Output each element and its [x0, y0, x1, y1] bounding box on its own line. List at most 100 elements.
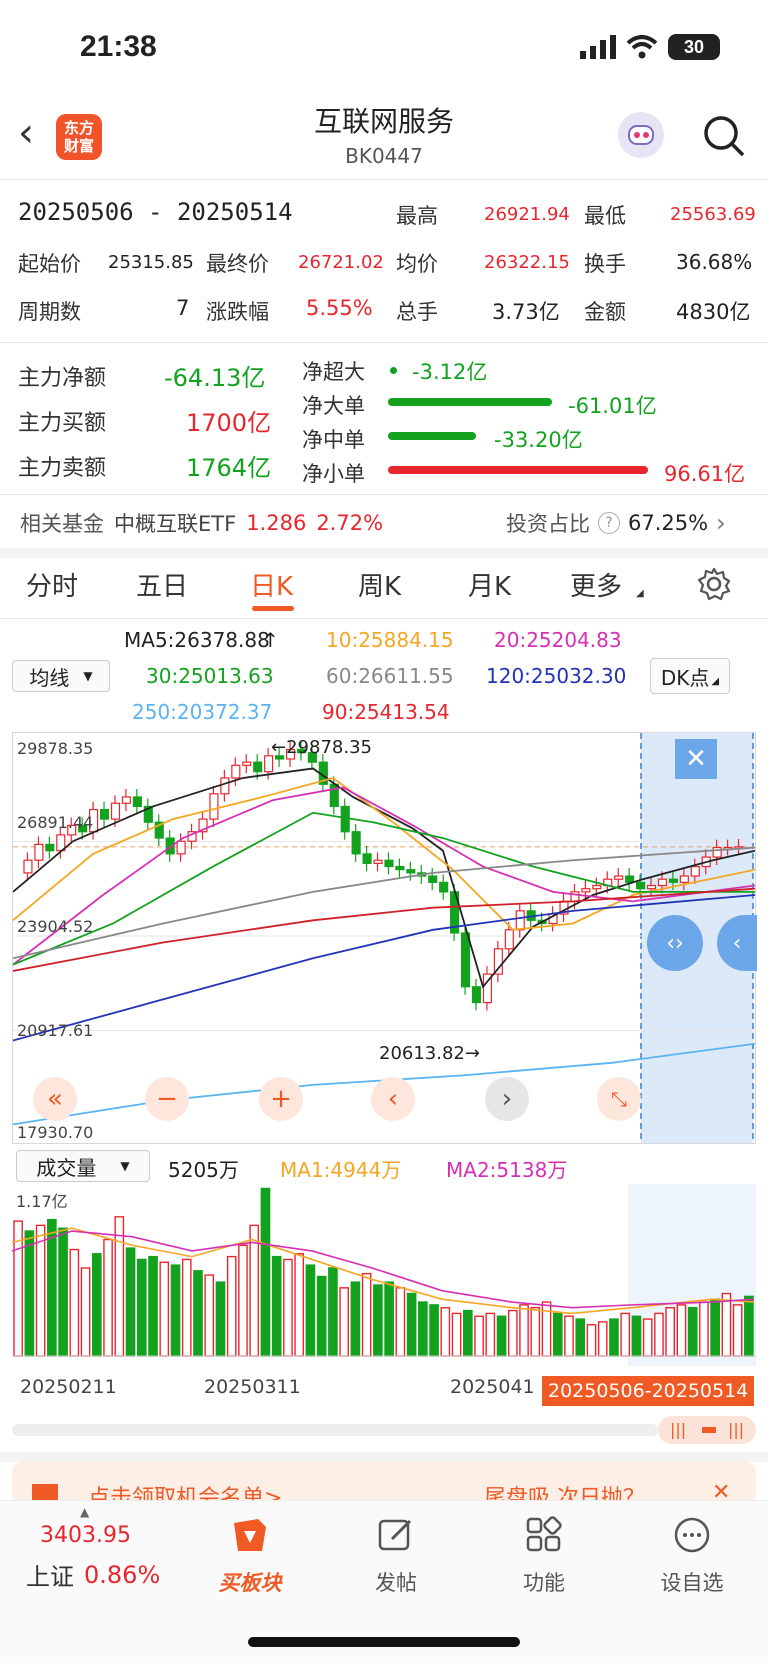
- index-summary[interactable]: 上证 0.86%: [26, 1557, 160, 1592]
- volume-bar: [136, 1258, 147, 1357]
- scroll-right-icon[interactable]: ›: [485, 1077, 529, 1121]
- dk-point-select[interactable]: DK点 ◢: [650, 658, 730, 694]
- date-label-1: 20250211: [20, 1376, 117, 1398]
- candle-body: [242, 761, 252, 766]
- divider: [0, 494, 768, 495]
- volume-bar: [125, 1247, 136, 1357]
- super-label: 净超大: [302, 360, 365, 384]
- hands-label: 总手: [396, 300, 438, 324]
- fund-label: 相关基金: [20, 512, 104, 536]
- search-icon[interactable]: [702, 114, 746, 158]
- period-tabs: 分时 五日 日K 周K 月K 更多 ◢: [0, 566, 768, 618]
- days-label: 周期数: [18, 300, 81, 324]
- super-value: -3.12亿: [412, 360, 488, 384]
- candle-body: [220, 777, 230, 795]
- selection-drag-handle-left[interactable]: ‹›: [647, 915, 703, 971]
- tab-5[interactable]: 更多: [570, 566, 622, 603]
- chevron-right-icon: ›: [716, 509, 726, 537]
- nav-post[interactable]: 发帖: [336, 1515, 456, 1597]
- candle-body: [428, 875, 438, 883]
- date-label-2: 20250311: [204, 1376, 301, 1398]
- status-icons: 30: [580, 34, 720, 60]
- tab-0[interactable]: 分时: [26, 566, 78, 603]
- close-label: 最终价: [206, 252, 269, 276]
- candle-body: [176, 840, 186, 855]
- buy-label: 主力买额: [18, 411, 107, 436]
- change-label: 涨跌幅: [206, 300, 269, 324]
- candle-body: [592, 884, 602, 890]
- help-icon[interactable]: ?: [598, 512, 620, 534]
- volume-bar: [181, 1258, 192, 1357]
- large-bar: [388, 398, 552, 406]
- settings-gear-icon[interactable]: [696, 566, 732, 602]
- volume-bar: [699, 1301, 709, 1357]
- volume-bar: [654, 1312, 664, 1357]
- candle-body: [668, 878, 678, 883]
- volume-bar: [114, 1216, 125, 1357]
- volume-ma2: MA2:5138万: [446, 1158, 568, 1182]
- range-scrollbar-thumb[interactable]: ||| |||: [658, 1416, 756, 1444]
- volume-bar: [69, 1248, 80, 1357]
- volume-bar: [676, 1304, 687, 1357]
- close-selection-icon[interactable]: ✕: [675, 739, 717, 779]
- nav-buy-sector[interactable]: 买板块: [190, 1515, 310, 1597]
- ma250-label: 250:20372.37: [132, 700, 273, 724]
- robot-assistant-icon[interactable]: [618, 112, 664, 158]
- scroll-left-icon[interactable]: ‹: [371, 1077, 415, 1121]
- candle-body: [110, 802, 121, 820]
- candle-body: [362, 853, 372, 864]
- candlestick-chart[interactable]: 29878.35 26891.44 23904.52 20917.61 1793…: [12, 732, 757, 1144]
- tab-1[interactable]: 五日: [136, 566, 188, 603]
- indicator-select[interactable]: 成交量 ▼: [16, 1150, 150, 1182]
- ma90-label: 90:25413.54: [322, 700, 450, 724]
- index-change: 0.86%: [84, 1560, 161, 1589]
- candle-body: [264, 755, 274, 773]
- volume-bar: [462, 1309, 473, 1357]
- volume-bar: [226, 1255, 237, 1357]
- large-value: -61.01亿: [568, 394, 657, 418]
- mid-label: 净中单: [302, 428, 365, 452]
- volume-bar: [552, 1312, 563, 1357]
- amount-value: 4830亿: [676, 300, 751, 324]
- candle-body: [121, 796, 131, 804]
- handle-left-icon[interactable]: |||: [670, 1420, 686, 1439]
- candle-body: [99, 808, 110, 820]
- investment-ratio[interactable]: 投资占比 ? 67.25% ›: [506, 508, 726, 538]
- handle-right-icon[interactable]: |||: [728, 1420, 744, 1439]
- volume-bar: [586, 1324, 597, 1357]
- ma60-label: 60:26611.55: [326, 664, 454, 688]
- close-value: 26721.02: [298, 252, 384, 273]
- volume-bar: [35, 1224, 46, 1357]
- nav-add-watchlist[interactable]: 设自选: [632, 1515, 752, 1597]
- tab-2[interactable]: 日K: [250, 566, 293, 603]
- fullscreen-icon[interactable]: ⤡: [597, 1077, 641, 1121]
- tab-3[interactable]: 周K: [358, 566, 401, 603]
- active-tab-indicator: [252, 606, 294, 611]
- nav-functions[interactable]: 功能: [484, 1515, 604, 1597]
- avg-label: 均价: [396, 252, 438, 276]
- candle-body: [690, 865, 700, 877]
- signal-icon: [580, 35, 616, 59]
- volume-bar: [373, 1284, 383, 1357]
- low-label: 最低: [584, 204, 626, 228]
- fund-name: 中概互联ETF: [114, 512, 237, 536]
- low-value: 25563.69: [670, 204, 756, 225]
- range-scrollbar-track[interactable]: [12, 1424, 658, 1436]
- volume-bar: [148, 1255, 158, 1357]
- volume-bar: [24, 1230, 35, 1357]
- small-value: 96.61亿: [664, 462, 746, 486]
- net-value: -64.13亿: [164, 364, 266, 392]
- tab-4[interactable]: 月K: [468, 566, 511, 603]
- volume-bar: [721, 1292, 732, 1357]
- zoom-out-icon[interactable]: −: [145, 1077, 189, 1121]
- related-fund-row[interactable]: 相关基金 中概互联ETF 1.286 2.72%: [20, 508, 383, 538]
- volume-bar: [609, 1318, 619, 1357]
- volume-chart[interactable]: 1.17亿: [11, 1184, 756, 1366]
- candle-body: [581, 888, 591, 893]
- edit-icon: [336, 1515, 456, 1567]
- zoom-in-icon[interactable]: +: [259, 1077, 303, 1121]
- jump-start-icon[interactable]: «: [33, 1077, 77, 1121]
- index-value[interactable]: 3403.95: [40, 1523, 131, 1548]
- ma-type-select[interactable]: 均线 ▼: [12, 660, 110, 692]
- ma5-label: MA5:26378.88: [124, 628, 270, 652]
